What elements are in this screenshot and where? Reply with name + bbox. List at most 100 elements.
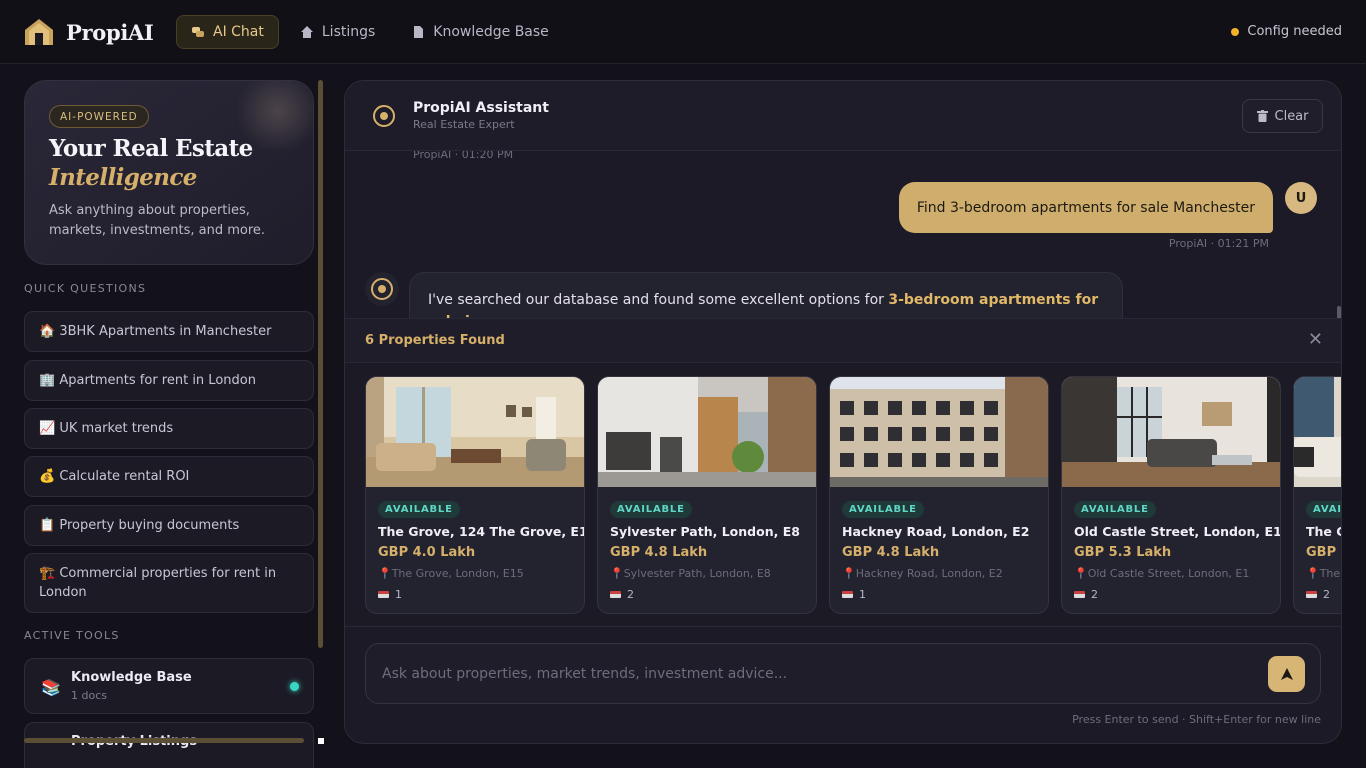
property-location: 📍The Grove, London, E15 — [378, 567, 524, 580]
config-status-label: Config needed — [1247, 24, 1342, 39]
property-location-text: The Grove, London, E15 — [1319, 567, 1341, 580]
hero-card: AI-POWERED Your Real Estate Intelligence… — [24, 80, 314, 265]
property-location-text: Old Castle Street, London, E1 — [1087, 567, 1250, 580]
quick-question-documents[interactable]: 📋 Property buying documents — [24, 505, 314, 546]
pin-icon: 📍 — [842, 567, 856, 580]
message-input[interactable] — [382, 662, 1242, 686]
bed-icon — [610, 591, 621, 598]
property-bed-count: 1 — [859, 588, 866, 601]
property-price: GBP 4.8 Lakh — [610, 545, 708, 560]
clipboard-icon: 📋 — [39, 518, 56, 533]
user-avatar: U — [1285, 182, 1317, 214]
property-title: Sylvester Path, London, E8 — [610, 524, 800, 539]
message-list[interactable]: PropiAI · 01:20 PM Find 3-bedroom apartm… — [345, 151, 1341, 319]
bed-icon — [378, 591, 389, 598]
active-tools-label: ACTIVE TOOLS — [24, 629, 120, 642]
tool-property-listings[interactable]: Property Listings — [24, 722, 314, 768]
assistant-message-bubble: I've searched our database and found som… — [409, 272, 1123, 319]
hero-title: Your Real Estate — [49, 135, 253, 162]
config-status[interactable]: Config needed — [1231, 24, 1342, 39]
tool-knowledge-base[interactable]: 📚 Knowledge Base 1 docs — [24, 658, 314, 714]
status-badge: AVAILABLE — [378, 501, 460, 518]
money-bag-icon: 💰 — [39, 469, 56, 484]
bed-icon — [1074, 591, 1085, 598]
home-icon — [300, 26, 313, 38]
property-card[interactable]: AVAILABLE Old Castle Street, London, E1 … — [1061, 376, 1281, 614]
sidebar: AI-POWERED Your Real Estate Intelligence… — [0, 64, 330, 768]
app-logo[interactable]: PropiAI — [24, 18, 154, 46]
nav-listings[interactable]: Listings — [285, 15, 390, 49]
quick-question-rental-roi[interactable]: 💰 Calculate rental ROI — [24, 456, 314, 497]
message-composer — [365, 643, 1321, 704]
clear-chat-button[interactable]: Clear — [1242, 99, 1323, 133]
assistant-role: Real Estate Expert — [413, 118, 515, 131]
quick-question-label: UK market trends — [59, 421, 174, 436]
send-arrow-icon — [1280, 668, 1293, 680]
quick-question-3bhk[interactable]: 🏠 3BHK Apartments in Manchester — [24, 311, 314, 352]
property-price: GBP 4.8 Lakh — [842, 545, 940, 560]
property-card[interactable]: AVAILABLE The Grove, 124 The Grove, E15 … — [365, 376, 585, 614]
chart-up-icon: 📈 — [39, 421, 56, 436]
property-photo — [830, 377, 1048, 487]
chat-icon — [192, 27, 204, 37]
sidebar-horizontal-scrollbar[interactable] — [24, 738, 304, 743]
ai-powered-badge: AI-POWERED — [49, 105, 149, 128]
property-price: GBP 4.0 Lakh — [378, 545, 476, 560]
status-badge: AVAILABLE — [842, 501, 924, 518]
property-location-text: Sylvester Path, London, E8 — [623, 567, 771, 580]
nav-knowledge-base-label: Knowledge Base — [433, 24, 549, 40]
house-icon: 🏠 — [39, 324, 56, 339]
property-title: The Grove, London, E15 — [1306, 524, 1341, 539]
sidebar-vertical-scrollbar[interactable] — [318, 80, 323, 648]
property-beds: 2 — [610, 588, 634, 601]
assistant-name: PropiAI Assistant — [413, 100, 549, 116]
active-indicator-icon — [290, 682, 299, 691]
property-location-text: Hackney Road, London, E2 — [855, 567, 1003, 580]
status-badge: AVAILABLE — [610, 501, 692, 518]
send-button[interactable] — [1268, 656, 1305, 692]
property-bed-count: 2 — [627, 588, 634, 601]
property-beds: 2 — [1074, 588, 1098, 601]
office-building-icon: 🏢 — [39, 373, 56, 388]
top-bar: PropiAI AI Chat Listings Knowledge Base … — [0, 0, 1366, 64]
property-bed-count: 1 — [395, 588, 402, 601]
property-card[interactable]: AVAILABLE The Grove, London, E15 GBP 5.3… — [1293, 376, 1341, 614]
property-location: 📍Old Castle Street, London, E1 — [1074, 567, 1249, 580]
bed-icon — [1306, 591, 1317, 598]
property-price: GBP 5.3 Lakh — [1074, 545, 1172, 560]
property-location: 📍The Grove, London, E15 — [1306, 567, 1341, 580]
property-card[interactable]: AVAILABLE Sylvester Path, London, E8 GBP… — [597, 376, 817, 614]
quick-question-rent-london[interactable]: 🏢 Apartments for rent in London — [24, 360, 314, 401]
property-bed-count: 2 — [1323, 588, 1330, 601]
chat-header: PropiAI Assistant Real Estate Expert Cle… — [345, 81, 1341, 151]
app-name: PropiAI — [66, 19, 154, 45]
hero-description: Ask anything about properties, markets, … — [49, 203, 266, 238]
nav-ai-chat[interactable]: AI Chat — [176, 15, 279, 49]
property-bed-count: 2 — [1091, 588, 1098, 601]
quick-question-market-trends[interactable]: 📈 UK market trends — [24, 408, 314, 449]
property-price: GBP 5.3 Lakh — [1306, 545, 1341, 560]
clear-label: Clear — [1274, 108, 1309, 124]
user-message-text: Find 3-bedroom apartments for sale Manch… — [916, 199, 1255, 216]
property-location: 📍Sylvester Path, London, E8 — [610, 567, 771, 580]
property-cards[interactable]: AVAILABLE The Grove, 124 The Grove, E15 … — [365, 376, 1341, 616]
assistant-target-icon — [373, 105, 395, 127]
quick-question-commercial[interactable]: 🏗️ Commercial properties for rent in Lon… — [24, 553, 314, 613]
status-badge: AVAILABLE — [1074, 501, 1156, 518]
property-beds: 1 — [842, 588, 866, 601]
hero-subtitle: Intelligence — [49, 164, 197, 191]
nav-knowledge-base[interactable]: Knowledge Base — [396, 15, 564, 49]
property-beds: 1 — [378, 588, 402, 601]
message-timestamp: PropiAI · 01:21 PM — [1168, 237, 1269, 250]
close-icon[interactable]: ✕ — [1308, 329, 1323, 350]
property-photo — [366, 377, 584, 487]
quick-question-label: Commercial properties for rent in London — [39, 566, 277, 600]
scrollbar-corner — [318, 738, 324, 744]
property-card[interactable]: AVAILABLE Hackney Road, London, E2 GBP 4… — [829, 376, 1049, 614]
property-title: Old Castle Street, London, E1 — [1074, 524, 1281, 539]
house-logo-icon — [25, 19, 53, 45]
pin-icon: 📍 — [1074, 567, 1088, 580]
nav-listings-label: Listings — [321, 24, 376, 40]
document-icon — [414, 26, 424, 38]
quick-question-label: 3BHK Apartments in Manchester — [59, 324, 272, 339]
